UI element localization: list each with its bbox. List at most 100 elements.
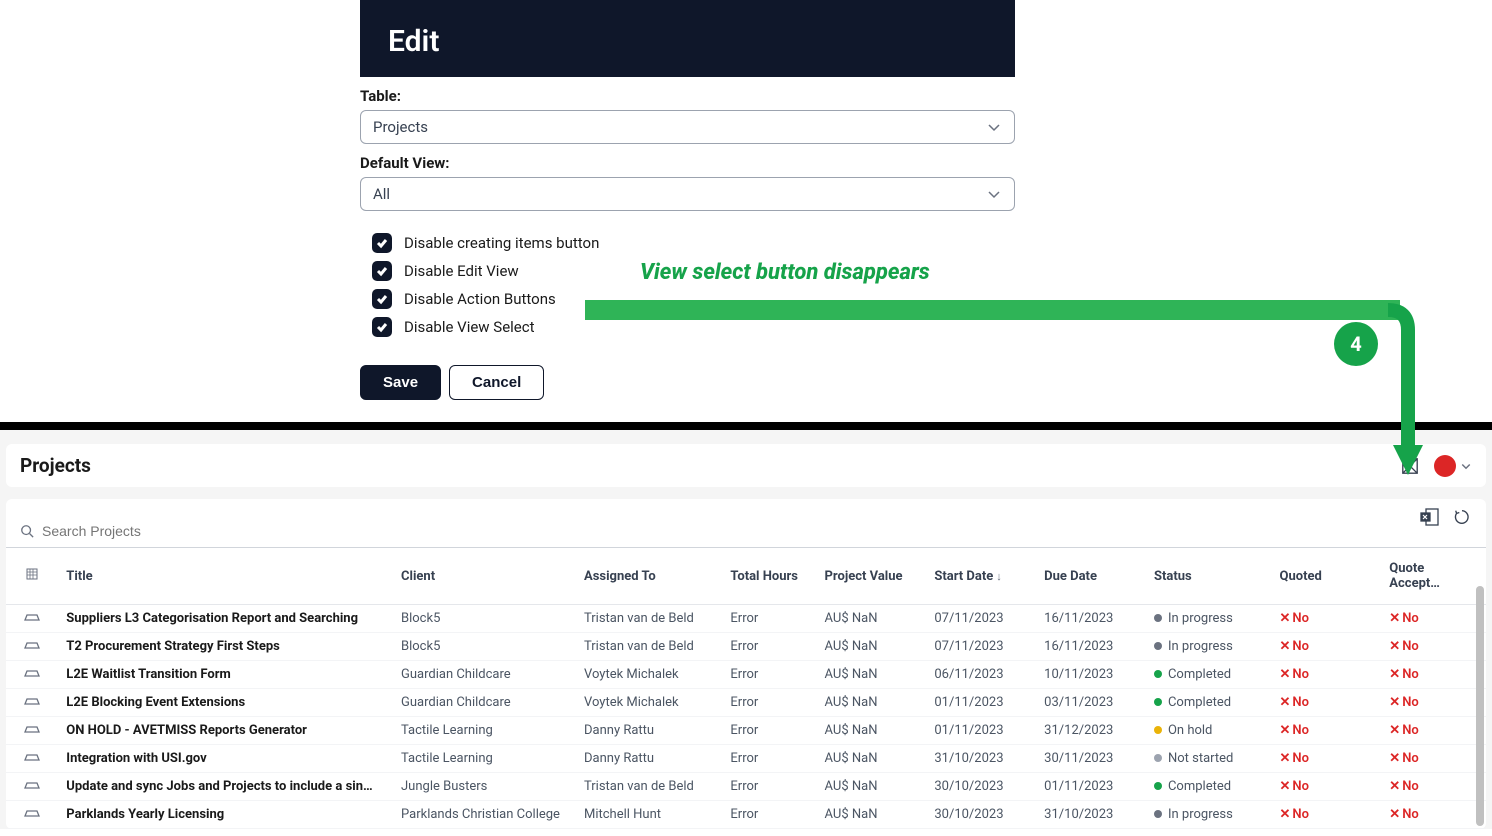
checkbox-label: Disable Action Buttons	[404, 290, 556, 308]
col-assigned[interactable]: Assigned To	[576, 548, 722, 605]
checkbox[interactable]	[372, 289, 392, 309]
cell-quoted: ✕No	[1271, 801, 1381, 829]
x-icon: ✕	[1389, 695, 1400, 710]
refresh-icon[interactable]	[1452, 507, 1472, 527]
cell-accept: ✕No	[1381, 745, 1486, 773]
x-icon: ✕	[1279, 695, 1290, 710]
edit-panel: Edit Table: Projects Default View: All D…	[360, 0, 1015, 416]
col-accept[interactable]: Quote Accept…	[1381, 548, 1486, 605]
row-type-icon	[6, 801, 58, 829]
cell-client: Block5	[393, 605, 576, 633]
x-icon: ✕	[1389, 639, 1400, 654]
cell-title: L2E Waitlist Transition Form	[58, 661, 393, 689]
cell-hours: Error	[722, 801, 816, 829]
table-row[interactable]: Integration with USI.gov Tactile Learnin…	[6, 745, 1486, 773]
row-type-icon	[6, 633, 58, 661]
cell-status: On hold	[1146, 717, 1272, 745]
cell-hours: Error	[722, 773, 816, 801]
cell-start: 30/10/2023	[926, 773, 1036, 801]
table-row[interactable]: T2 Procurement Strategy First Steps Bloc…	[6, 633, 1486, 661]
cell-title: L2E Blocking Event Extensions	[58, 689, 393, 717]
table-row[interactable]: L2E Blocking Event Extensions Guardian C…	[6, 689, 1486, 717]
col-hours[interactable]: Total Hours	[722, 548, 816, 605]
cell-accept: ✕No	[1381, 773, 1486, 801]
cell-due: 01/11/2023	[1036, 773, 1146, 801]
table-row[interactable]: Parklands Yearly Licensing Parklands Chr…	[6, 801, 1486, 829]
table-row[interactable]: ON HOLD - AVETMISS Reports Generator Tac…	[6, 717, 1486, 745]
annotation-text: View select button disappears	[640, 260, 930, 285]
table-select-value: Projects	[373, 118, 428, 136]
edit-title: Edit	[388, 24, 987, 59]
cancel-button[interactable]: Cancel	[449, 365, 544, 400]
status-dot-icon	[1154, 726, 1162, 734]
cell-status: Completed	[1146, 773, 1272, 801]
divider-bar	[0, 422, 1492, 430]
cell-due: 31/10/2023	[1036, 801, 1146, 829]
col-title[interactable]: Title	[58, 548, 393, 605]
cell-quoted: ✕No	[1271, 689, 1381, 717]
x-icon: ✕	[1389, 751, 1400, 766]
cell-quoted: ✕No	[1271, 605, 1381, 633]
x-icon: ✕	[1279, 807, 1290, 822]
search-input[interactable]	[42, 523, 1472, 539]
cell-quoted: ✕No	[1271, 745, 1381, 773]
cell-title: Parklands Yearly Licensing	[58, 801, 393, 829]
cell-start: 07/11/2023	[926, 633, 1036, 661]
cell-value: AU$ NaN	[817, 689, 927, 717]
checkbox[interactable]	[372, 317, 392, 337]
save-button[interactable]: Save	[360, 365, 441, 400]
cell-assigned: Tristan van de Beld	[576, 633, 722, 661]
col-quoted[interactable]: Quoted	[1271, 548, 1381, 605]
cell-assigned: Voytek Michalek	[576, 661, 722, 689]
cell-status: In progress	[1146, 633, 1272, 661]
avatar-dropdown[interactable]	[1434, 455, 1472, 477]
col-due[interactable]: Due Date	[1036, 548, 1146, 605]
col-start[interactable]: Start Date↓	[926, 548, 1036, 605]
cell-accept: ✕No	[1381, 633, 1486, 661]
col-status[interactable]: Status	[1146, 548, 1272, 605]
table-select[interactable]: Projects	[360, 110, 1015, 144]
view-select[interactable]: All	[360, 177, 1015, 211]
cell-hours: Error	[722, 745, 816, 773]
cell-client: Guardian Childcare	[393, 661, 576, 689]
table-row[interactable]: L2E Waitlist Transition Form Guardian Ch…	[6, 661, 1486, 689]
chevron-down-icon	[1460, 460, 1472, 472]
row-type-icon	[6, 717, 58, 745]
col-value[interactable]: Project Value	[817, 548, 927, 605]
row-type-icon	[6, 689, 58, 717]
cell-due: 10/11/2023	[1036, 661, 1146, 689]
x-icon: ✕	[1279, 639, 1290, 654]
page-header: Projects	[6, 444, 1486, 487]
scrollbar[interactable]	[1476, 586, 1484, 826]
cell-status: In progress	[1146, 605, 1272, 633]
annotation-bar	[585, 300, 1400, 320]
table-label: Table:	[360, 87, 1015, 105]
cell-start: 01/11/2023	[926, 689, 1036, 717]
table-row[interactable]: Suppliers L3 Categorisation Report and S…	[6, 605, 1486, 633]
cell-quoted: ✕No	[1271, 633, 1381, 661]
x-icon: ✕	[1389, 667, 1400, 682]
checkbox[interactable]	[372, 261, 392, 281]
annotation-arrow	[1388, 300, 1428, 480]
col-client[interactable]: Client	[393, 548, 576, 605]
button-row: Save Cancel	[360, 365, 1015, 416]
cell-hours: Error	[722, 689, 816, 717]
table-row[interactable]: Update and sync Jobs and Projects to inc…	[6, 773, 1486, 801]
cell-value: AU$ NaN	[817, 633, 927, 661]
cell-assigned: Mitchell Hunt	[576, 801, 722, 829]
cell-value: AU$ NaN	[817, 605, 927, 633]
x-icon: ✕	[1279, 723, 1290, 738]
checkbox[interactable]	[372, 233, 392, 253]
chevron-down-icon	[986, 186, 1002, 202]
status-dot-icon	[1154, 782, 1162, 790]
cell-status: Completed	[1146, 689, 1272, 717]
cell-assigned: Danny Rattu	[576, 745, 722, 773]
cell-due: 30/11/2023	[1036, 745, 1146, 773]
cell-quoted: ✕No	[1271, 717, 1381, 745]
view-select-value: All	[373, 185, 390, 203]
col-select[interactable]	[6, 548, 58, 605]
cell-status: Not started	[1146, 745, 1272, 773]
cell-assigned: Voytek Michalek	[576, 689, 722, 717]
export-excel-icon[interactable]	[1420, 507, 1440, 527]
status-dot-icon	[1154, 698, 1162, 706]
